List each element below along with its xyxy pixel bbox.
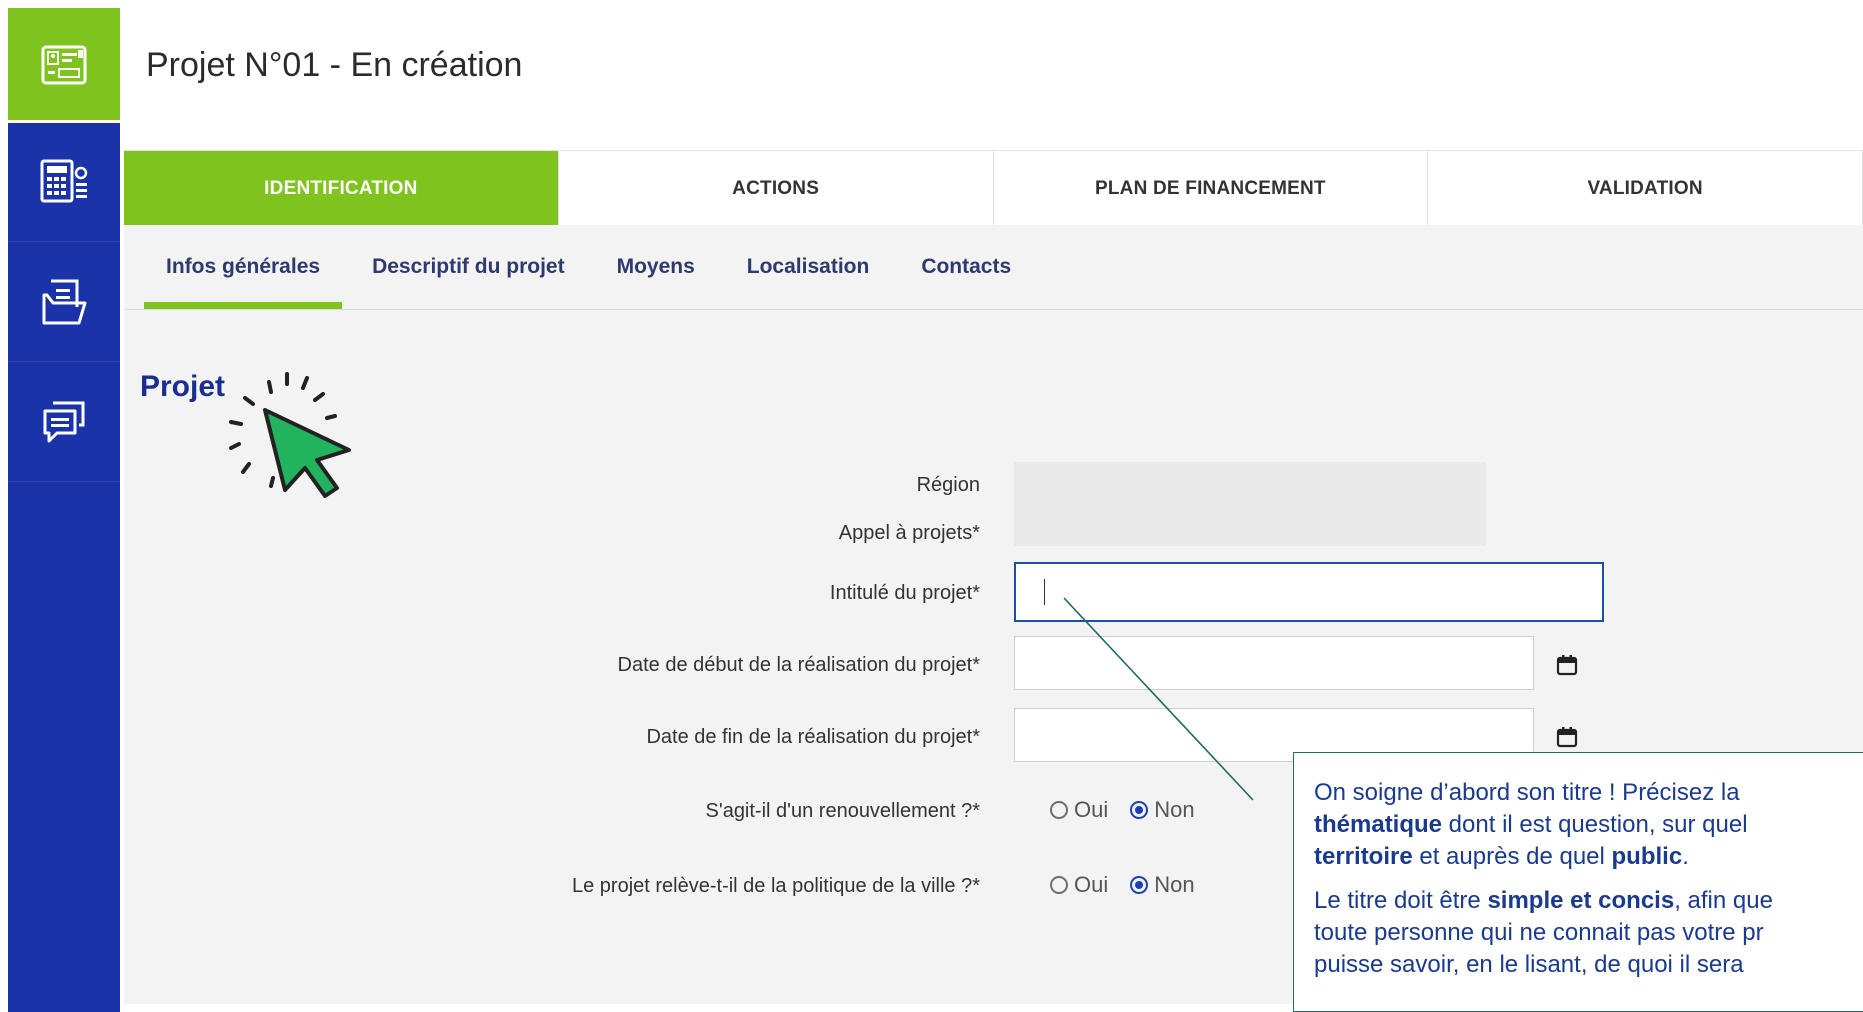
callout-line: Le titre doit être simple et concis, afi… <box>1314 887 1773 914</box>
page-title: Projet N°01 - En création <box>146 46 523 84</box>
region-label: Région <box>916 474 980 496</box>
renouvellement-oui-label[interactable]: Oui <box>1074 797 1108 823</box>
date-debut-label: Date de début de la réalisation du proje… <box>617 654 980 676</box>
renouvellement-label: S'agit-il d'un renouvellement ?* <box>705 800 980 822</box>
renouvellement-oui-radio[interactable] <box>1050 801 1068 819</box>
intitule-input[interactable] <box>1014 562 1604 622</box>
politique-non-label[interactable]: Non <box>1154 872 1194 898</box>
sidebar-item-documents[interactable] <box>8 242 120 362</box>
subtab-bar: Infos générales Descriptif du projet Moy… <box>124 225 1863 310</box>
tab-plan-de-financement[interactable]: PLAN DE FINANCEMENT <box>994 151 1429 226</box>
renouvellement-radio-group: Oui Non <box>1050 797 1217 823</box>
callout-line: thématique dont il est question, sur que… <box>1314 811 1748 838</box>
callout-line: toute personne qui ne connait pas votre … <box>1314 919 1764 946</box>
region-appel-readonly-field <box>1014 462 1486 546</box>
callout-line: puisse savoir, en le lisant, de quoi il … <box>1314 951 1744 978</box>
subtab-descriptif[interactable]: Descriptif du projet <box>350 225 587 309</box>
renouvellement-non-radio[interactable] <box>1130 801 1149 819</box>
renouvellement-non-label[interactable]: Non <box>1154 797 1194 823</box>
section-title: Projet <box>140 370 226 403</box>
politique-ville-label: Le projet relève-t-il de la politique de… <box>571 875 980 897</box>
main-tabs: IDENTIFICATION ACTIONS PLAN DE FINANCEME… <box>124 150 1863 226</box>
subtab-contacts[interactable]: Contacts <box>899 225 1033 309</box>
callout-line: territoire et auprès de quel public. <box>1314 843 1689 870</box>
click-cursor-icon <box>229 372 351 498</box>
date-debut-input[interactable] <box>1014 636 1534 690</box>
subtab-infos-generales[interactable]: Infos générales <box>144 225 343 309</box>
help-callout: On soigne d’abord son titre ! Précisez l… <box>1293 752 1863 1012</box>
tab-identification[interactable]: IDENTIFICATION <box>124 151 559 226</box>
politique-oui-radio[interactable] <box>1050 876 1068 894</box>
sidebar-item-messages[interactable] <box>8 362 120 482</box>
sidebar-item-project[interactable] <box>8 8 120 122</box>
tab-actions[interactable]: ACTIONS <box>559 151 994 226</box>
subtab-localisation[interactable]: Localisation <box>725 225 892 309</box>
calculator-icon <box>40 159 88 202</box>
politique-oui-label[interactable]: Oui <box>1074 872 1108 898</box>
callout-line: On soigne d’abord son titre ! Précisez l… <box>1314 779 1740 806</box>
text-caret <box>1044 579 1045 605</box>
subtab-moyens[interactable]: Moyens <box>595 225 717 309</box>
sidebar-item-budget[interactable] <box>8 120 120 242</box>
folder-document-icon <box>42 279 87 324</box>
calendar-icon[interactable] <box>1556 654 1578 676</box>
calendar-icon[interactable] <box>1556 726 1578 748</box>
id-card-icon <box>41 45 87 85</box>
tab-validation[interactable]: VALIDATION <box>1428 151 1863 226</box>
politique-ville-radio-group: Oui Non <box>1050 872 1217 898</box>
politique-non-radio[interactable] <box>1130 876 1149 894</box>
date-fin-label: Date de fin de la réalisation du projet* <box>646 726 980 748</box>
appel-label: Appel à projets* <box>838 522 980 544</box>
intitule-label: Intitulé du projet* <box>829 582 980 604</box>
chat-icon <box>43 401 85 442</box>
sidebar <box>8 8 120 1012</box>
